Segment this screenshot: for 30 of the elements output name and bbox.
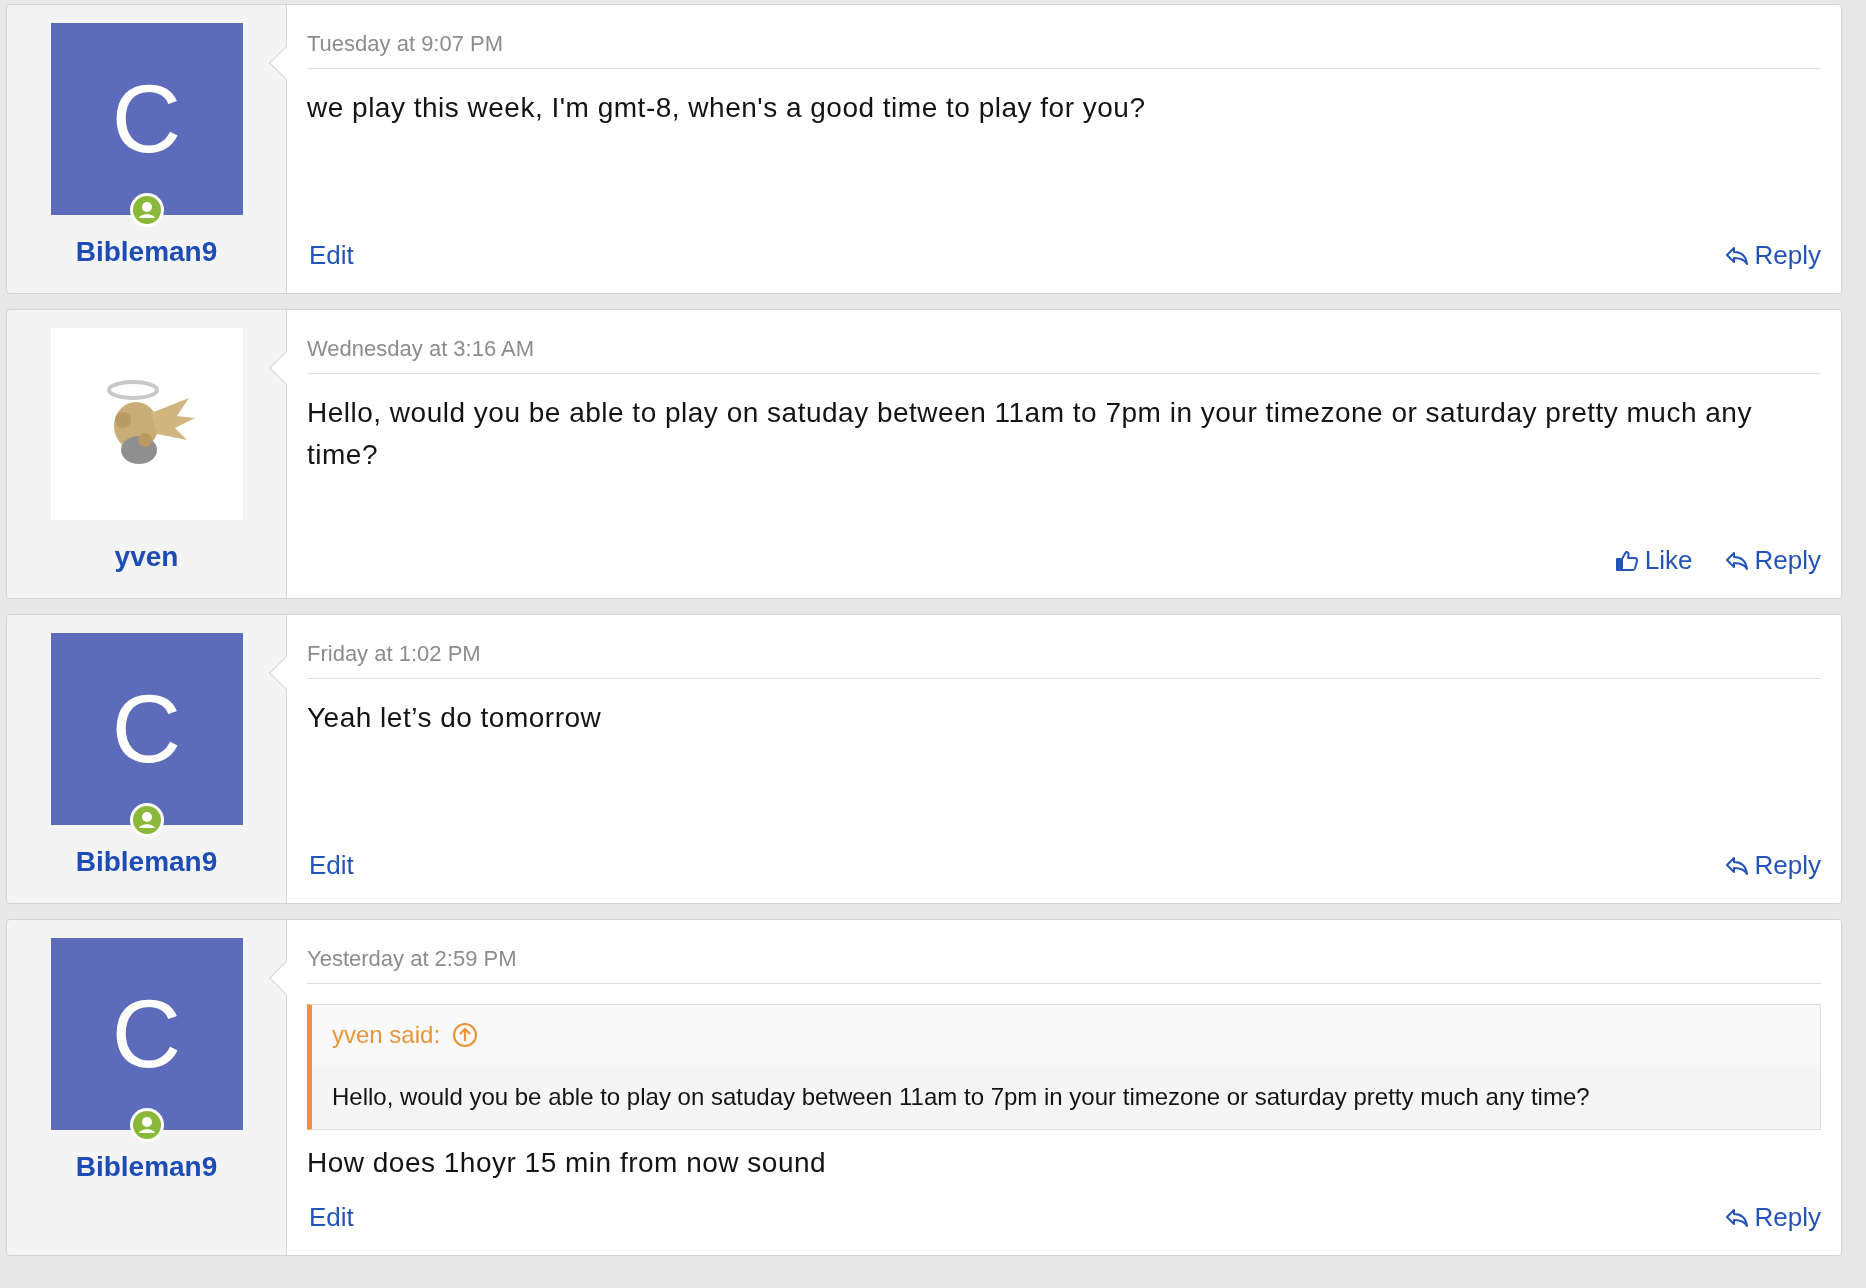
post-message: we play this week, I'm gmt-8, when's a good time to play for you? [307, 91, 1147, 125]
reply-icon [1724, 550, 1749, 571]
post-message: Yeah let’s do tomorrow [307, 701, 603, 735]
edit-link[interactable]: Edit [309, 1198, 354, 1237]
user-avatar[interactable]: C [50, 23, 243, 215]
like-link[interactable]: Like [1614, 541, 1693, 580]
reply-link[interactable]: Reply [1724, 236, 1821, 275]
reply-link[interactable]: Reply [1724, 846, 1821, 885]
username-link[interactable]: yven [114, 536, 179, 578]
edit-link[interactable]: Edit [309, 846, 354, 885]
username-link[interactable]: Bibleman9 [75, 1146, 218, 1188]
post-message: Hello, would you be able to play on satuday between 11am to 7pm in your timezone or saturday pretty much any time? [307, 396, 1753, 472]
username-link[interactable]: Bibleman9 [75, 231, 218, 273]
avatar-letter: C [111, 71, 182, 167]
avatar-letter: C [111, 986, 182, 1082]
edit-link[interactable]: Edit [309, 236, 354, 275]
user-avatar[interactable]: C [50, 633, 243, 825]
arrow-up-circle-icon[interactable] [452, 1022, 479, 1048]
reply-icon [1724, 855, 1749, 876]
reply-icon [1724, 1207, 1749, 1228]
user-avatar[interactable]: C [50, 938, 243, 1130]
reply-link[interactable]: Reply [1724, 1198, 1821, 1237]
reply-icon [1724, 245, 1749, 266]
reply-link[interactable]: Reply [1724, 541, 1821, 580]
post-message: How does 1hoyr 15 min from now sound [307, 1146, 828, 1180]
username-link[interactable]: Bibleman9 [75, 841, 218, 883]
quote-text: Hello, would you be able to play on satuday between 11am to 7pm in your timezone or saturday pretty much any time? [331, 1082, 1591, 1112]
thumbs-up-icon [1614, 548, 1639, 573]
quote-author: yven said: [332, 1020, 441, 1050]
avatar-letter: C [111, 681, 182, 777]
